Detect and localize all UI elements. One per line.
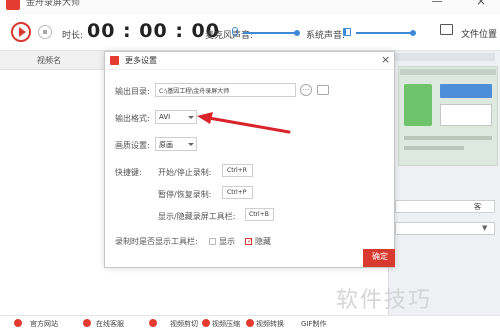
right-panel-header [395,53,495,61]
system-volume-knob[interactable] [410,30,416,36]
hotkey-pause-label: 暂停/恢复录制: [158,190,212,199]
check-icon: ✓ [247,238,253,245]
output-dir-label: 输出目录: [115,87,150,96]
minimize-icon[interactable] [432,1,442,2]
preview-blue-block [440,84,492,98]
microphone-icon[interactable] [232,27,238,36]
hotkey-toolbar-label: 显示/隐藏录屏工具栏: [158,212,236,221]
record-timer: 00 : 00 : 00 [87,20,220,42]
preview-window [440,104,492,126]
dialog-title: 更多设置 [125,56,157,65]
dialog-logo-icon [110,56,119,65]
hide-toolbar-label: 隐藏 [255,237,271,246]
output-format-label: 输出格式: [115,114,150,123]
chevron-down-icon: ▼ [482,224,488,232]
toolbar-visibility-label: 录制时是否显示工具栏: [115,237,198,246]
hotkey-pause-value: Ctrl+P [227,189,247,196]
dialog-close-icon[interactable]: × [381,53,390,66]
preview-line [404,136,492,140]
compress-icon [202,319,210,327]
app-logo-icon [6,0,20,10]
right-panel-dropdown[interactable] [395,222,495,235]
right-panel-field-value: 客 [474,203,481,211]
column-video-name: 视频名 [37,56,61,65]
video-convert-link[interactable]: 视频转换 [256,319,284,329]
output-dir-value: C:\基因工程\金舟录屏大师 [159,88,230,95]
video-compress-link[interactable]: 视频压缩 [212,319,240,329]
home-icon [14,319,22,327]
online-support-link[interactable]: 在线客服 [96,319,124,329]
speaker-icon[interactable] [343,28,351,36]
system-volume-slider[interactable] [356,32,414,34]
convert-icon [246,319,254,327]
duration-label: 时长: [62,31,84,41]
preview-line [404,146,464,150]
record-button[interactable] [11,22,31,42]
show-toolbar-checkbox[interactable] [209,238,216,245]
video-cut-link[interactable]: 视频剪切 [170,319,198,329]
system-volume-label: 系统声音: [306,31,346,41]
official-site-link[interactable]: 官方网站 [30,319,58,329]
annotation-arrow-icon [197,112,291,134]
quality-label: 画质设置: [115,141,150,150]
confirm-button-label: 确定 [372,252,388,261]
folder-icon[interactable] [440,24,453,35]
video-list [0,70,104,315]
stop-button[interactable] [38,25,52,39]
preview-toolbar [400,69,496,75]
cut-icon [149,319,157,327]
open-folder-icon[interactable] [317,85,329,95]
more-options-icon[interactable]: ··· [300,84,312,96]
show-toolbar-label: 显示 [219,237,235,246]
quality-value: 原画 [159,141,173,149]
hotkey-toolbar-value: Ctrl+B [249,211,269,218]
output-format-value: AVI [159,113,171,121]
customer-service-icon [83,319,91,327]
watermark-text: 软件技巧 [336,288,433,313]
hotkey-label: 快捷键: [115,168,142,177]
file-location-button[interactable]: 文件位置 [461,27,497,40]
hotkey-start-stop-label: 开始/停止录制: [158,168,212,177]
chevron-down-icon [188,116,194,119]
hide-toolbar-checkbox[interactable]: ✓ [245,238,252,245]
chevron-down-icon [188,143,194,146]
preview-green-block [404,84,432,126]
hotkey-start-stop-value: Ctrl+R [227,167,247,174]
close-window-icon[interactable]: × [476,0,486,8]
mic-volume-label: 麦克风声音: [205,31,254,41]
mic-volume-knob[interactable] [294,30,300,36]
app-title: 金舟录屏大师 [26,0,81,8]
gif-maker-link[interactable]: GIF制作 [301,319,327,329]
mic-volume-slider[interactable] [243,32,299,34]
